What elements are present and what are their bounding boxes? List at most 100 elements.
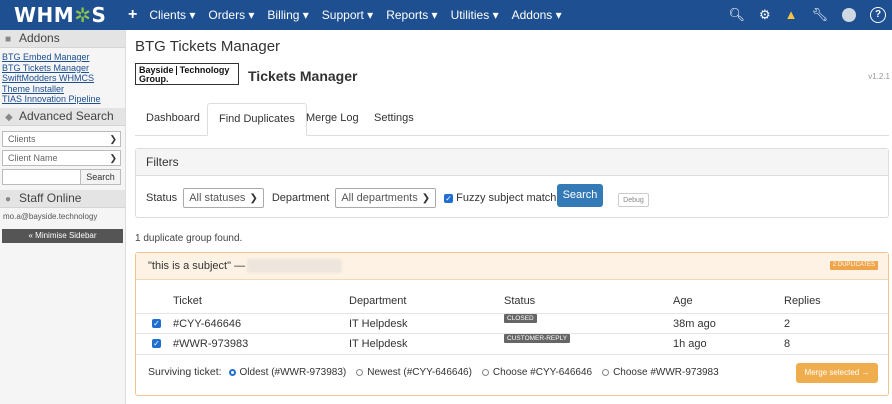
logo-line1b: Technology xyxy=(179,65,230,75)
logo-divider xyxy=(176,66,178,76)
option-oldest[interactable]: Oldest (#WWR-973983) xyxy=(228,366,347,378)
column-ticket: Ticket xyxy=(173,295,202,307)
column-status: Status xyxy=(504,295,536,307)
whmcs-logo[interactable]: WHM✲S xyxy=(14,3,106,27)
search-type-value: Clients xyxy=(8,133,36,144)
binoculars-icon: ◆ xyxy=(5,111,13,123)
radio-newest[interactable] xyxy=(356,368,364,376)
sidebar-search-button[interactable]: Search xyxy=(81,168,121,185)
tab-find-duplicates[interactable]: Find Duplicates xyxy=(207,103,307,136)
search-button[interactable]: Search xyxy=(557,184,603,207)
search-type-select[interactable]: Clients ❯ xyxy=(2,130,121,147)
search-field-select[interactable]: Client Name ❯ xyxy=(2,149,121,166)
ticket-department: IT Helpdesk xyxy=(349,338,408,350)
addons-icon: ■ xyxy=(5,34,12,45)
logo-text-suffix: S xyxy=(91,3,107,27)
group-subject: "this is a subject" — xyxy=(148,260,246,272)
sidebar-search-input[interactable] xyxy=(2,168,81,185)
table-row: ✓ #CYY-646646 IT Helpdesk CLOSED 38m ago… xyxy=(136,313,888,334)
chevron-down-icon: ❯ xyxy=(249,193,258,204)
ticket-id[interactable]: #CYY-646646 xyxy=(173,314,241,334)
user-avatar-icon[interactable] xyxy=(842,8,856,22)
tab-merge-log[interactable]: Merge Log xyxy=(295,103,370,135)
ticket-id[interactable]: #WWR-973983 xyxy=(173,334,248,354)
minimise-sidebar-button[interactable]: « Minimise Sidebar xyxy=(2,228,123,243)
menu-orders[interactable]: Orders ▾ xyxy=(208,8,254,22)
sidebar-staff-online-title: Staff Online xyxy=(19,190,82,205)
addon-link-embed-manager[interactable]: BTG Embed Manager xyxy=(2,52,123,63)
menu-addons[interactable]: Addons ▾ xyxy=(512,8,562,22)
top-icons: 🔍︎ ⚙︎ ▲ 🔧︎ ? xyxy=(728,0,886,30)
surviving-ticket-options: Surviving ticket: Oldest (#WWR-973983) N… xyxy=(148,366,729,378)
department-select-value: All departments xyxy=(341,192,418,204)
option-choose-second-label: Choose #WWR-973983 xyxy=(613,366,719,378)
debug-button[interactable]: Debug xyxy=(618,193,649,207)
menu-billing[interactable]: Billing ▾ xyxy=(267,8,308,22)
module-title: Tickets Manager xyxy=(248,68,358,84)
radio-choose-second[interactable] xyxy=(602,368,610,376)
menu-support[interactable]: Support ▾ xyxy=(322,8,373,22)
surviving-ticket-label: Surviving ticket: xyxy=(148,366,222,378)
status-select-value: All statuses xyxy=(189,192,246,204)
addon-link-tickets-manager[interactable]: BTG Tickets Manager xyxy=(2,63,123,74)
ticket-replies: 2 xyxy=(784,318,791,330)
module-tabs: Dashboard Find Duplicates Merge Log Sett… xyxy=(135,103,889,136)
users-icon: ● xyxy=(5,193,12,205)
menu-reports[interactable]: Reports ▾ xyxy=(386,8,437,22)
wrench-icon[interactable]: 🔧︎ xyxy=(811,0,828,30)
chevron-down-icon: ❯ xyxy=(421,193,431,204)
chevron-down-icon: ❯ xyxy=(109,133,117,144)
department-select[interactable]: All departments ❯ xyxy=(335,188,437,208)
search-icon[interactable]: 🔍︎ xyxy=(728,0,745,30)
option-newest[interactable]: Newest (#CYY-646646) xyxy=(356,367,472,378)
staff-online-user: mo.a@bayside.technology xyxy=(3,211,98,221)
logo-cog: ✲ xyxy=(74,3,92,27)
radio-oldest[interactable] xyxy=(228,368,236,376)
sidebar-staff-online-header: ● Staff Online xyxy=(0,189,125,208)
addon-link-innovation-pipeline[interactable]: TIAS Innovation Pipeline xyxy=(2,94,123,105)
addon-link-theme-installer[interactable]: SwiftModders WHMCS Theme Installer xyxy=(2,73,123,94)
version-label: v1.2.1 xyxy=(868,72,890,81)
cog-icon[interactable]: ⚙︎ xyxy=(759,0,771,30)
ticket-replies: 8 xyxy=(784,338,791,350)
option-newest-label: Newest (#CYY-646646) xyxy=(367,366,472,378)
row-select-checkbox[interactable]: ✓ xyxy=(152,339,161,348)
tab-dashboard[interactable]: Dashboard xyxy=(135,103,211,135)
help-icon[interactable]: ? xyxy=(870,7,886,23)
sidebar-advanced-search-header: ◆ Advanced Search xyxy=(0,107,125,126)
column-department: Department xyxy=(349,295,407,307)
merge-selected-button[interactable]: Merge selected → xyxy=(796,363,878,383)
menu-utilities[interactable]: Utilities ▾ xyxy=(451,8,499,22)
sidebar: ■ Addons BTG Embed Manager BTG Tickets Ma… xyxy=(0,30,126,404)
sidebar-search: Search xyxy=(2,168,121,185)
duplicate-group: "this is a subject" — 2 DUPLICATES Ticke… xyxy=(135,252,889,396)
page-title: BTG Tickets Manager xyxy=(135,38,281,55)
tab-settings[interactable]: Settings xyxy=(363,103,425,135)
row-select-checkbox[interactable]: ✓ xyxy=(152,319,161,328)
duplicate-group-header: "this is a subject" — 2 DUPLICATES xyxy=(136,253,888,280)
filters-title: Filters xyxy=(136,149,888,176)
option-oldest-label: Oldest (#WWR-973983) xyxy=(239,366,347,378)
option-choose-second[interactable]: Choose #WWR-973983 xyxy=(602,367,719,378)
ticket-age: 38m ago xyxy=(673,318,716,330)
alert-icon[interactable]: ▲ xyxy=(785,0,798,30)
ticket-department: IT Helpdesk xyxy=(349,318,408,330)
quick-add-button[interactable]: + xyxy=(128,6,137,24)
status-badge: CUSTOMER-REPLY xyxy=(504,334,571,343)
option-choose-first[interactable]: Choose #CYY-646646 xyxy=(481,367,592,378)
status-label: Status xyxy=(146,192,178,204)
column-age: Age xyxy=(673,295,693,307)
ticket-age: 1h ago xyxy=(673,338,707,350)
chevron-down-icon: ❯ xyxy=(109,152,117,163)
radio-choose-first[interactable] xyxy=(481,368,489,376)
main-menu: + Clients ▾ Orders ▾ Billing ▾ Support ▾… xyxy=(128,0,575,30)
status-badge: CLOSED xyxy=(504,314,537,323)
sidebar-addons-header: ■ Addons xyxy=(0,30,125,48)
top-navbar: WHM✲S + Clients ▾ Orders ▾ Billing ▾ Sup… xyxy=(0,0,892,30)
fuzzy-matching-checkbox[interactable]: ✓ xyxy=(444,193,454,203)
search-field-value: Client Name xyxy=(8,152,58,163)
logo-text-prefix: WHM xyxy=(14,3,75,27)
menu-clients[interactable]: Clients ▾ xyxy=(149,8,195,22)
btg-logo: Bayside Technology Group. xyxy=(135,63,239,85)
status-select[interactable]: All statuses ❯ xyxy=(183,188,264,208)
